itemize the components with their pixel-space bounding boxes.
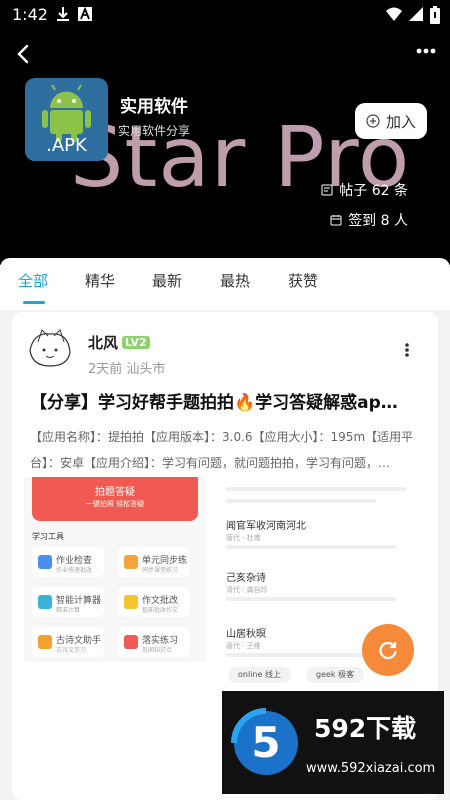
watermark-url: www.592xiazai.com bbox=[306, 761, 436, 776]
checkin-count-text: 签到 8 人 bbox=[348, 213, 408, 229]
post-more-icon[interactable] bbox=[404, 342, 410, 358]
site-watermark: 5 592下载 www.592xiazai.com bbox=[222, 691, 444, 794]
poem-title: 闻官军收河南河北 bbox=[226, 521, 306, 532]
text-line bbox=[226, 597, 396, 601]
join-label: 加入 bbox=[385, 112, 416, 131]
font-a-icon bbox=[78, 6, 92, 21]
avatar[interactable] bbox=[24, 324, 76, 372]
tool-item: 作文批改 智能批改作文 bbox=[118, 587, 190, 617]
checkin-count-stat: 签到 8 人 bbox=[330, 210, 408, 230]
post-image-left[interactable]: 拍题答疑 一键拍照 轻松答疑 学习工具 作业检查 作业快速批改 单元同步练 同步课堂… bbox=[24, 477, 206, 662]
calendar-icon bbox=[330, 215, 342, 226]
status-time: 1:42 bbox=[12, 5, 48, 24]
poem-icon bbox=[38, 635, 52, 649]
poem-author: 清代 · 龚自珍 bbox=[226, 586, 268, 594]
tool-item: 落实练习 巩固知识点 bbox=[118, 627, 190, 657]
post-title[interactable]: 【分享】学习好帮手题拍拍🔥学习答疑解惑ap… bbox=[30, 388, 425, 413]
text-line bbox=[226, 545, 396, 549]
level-badge: LV2 bbox=[122, 336, 150, 349]
poem-title: 己亥杂诗 bbox=[226, 573, 266, 584]
more-options-icon[interactable] bbox=[416, 48, 436, 54]
refresh-icon bbox=[379, 641, 397, 660]
android-robot-icon bbox=[42, 84, 91, 142]
practice-icon bbox=[124, 635, 138, 649]
book-icon bbox=[124, 555, 138, 569]
download-icon bbox=[57, 7, 69, 21]
tab-bar: 全部 精华 最新 最热 获赞 bbox=[0, 258, 450, 310]
posts-count-stat: 帖子 62 条 bbox=[321, 180, 408, 200]
circle-header: Star Pro .APK 实用软件 实用软件分享 加入 帖子 62 条 签到 … bbox=[0, 30, 450, 265]
tool-item: 单元同步练 同步课堂练习 bbox=[118, 547, 190, 577]
watermark-brand: 592下载 bbox=[314, 714, 417, 743]
circle-description: 实用软件分享 bbox=[118, 124, 191, 138]
banner-title: 拍题答疑 bbox=[95, 487, 135, 498]
post-icon bbox=[321, 184, 333, 196]
apk-label: .APK bbox=[46, 135, 87, 156]
join-button[interactable]: 加入 bbox=[355, 103, 427, 139]
author-name-row: 北风 LV2 bbox=[88, 332, 150, 353]
tab-hottest[interactable]: 最热 bbox=[220, 270, 250, 291]
tab-featured[interactable]: 精华 bbox=[85, 270, 115, 291]
tab-latest[interactable]: 最新 bbox=[152, 270, 182, 291]
active-tab-indicator bbox=[23, 301, 45, 304]
text-line bbox=[226, 487, 406, 491]
tag-chip: online 线上 bbox=[228, 667, 291, 683]
logo-digit: 5 bbox=[251, 718, 280, 767]
poem-author: 唐代 · 杜甫 bbox=[226, 534, 261, 542]
refresh-button[interactable] bbox=[362, 624, 414, 676]
circle-app-icon: .APK bbox=[25, 78, 108, 161]
banner-subtitle: 一键拍照 轻松答疑 bbox=[85, 500, 145, 508]
tool-item: 智能计算器 精准计算 bbox=[32, 587, 104, 617]
banner: 拍题答疑 一键拍照 轻松答疑 bbox=[32, 477, 198, 521]
author-name[interactable]: 北风 bbox=[88, 332, 118, 353]
tag-chip: geek 极客 bbox=[306, 667, 365, 683]
signal-icon bbox=[409, 7, 423, 21]
plus-circle-icon bbox=[366, 114, 380, 128]
circle-name: 实用软件 bbox=[120, 97, 188, 117]
battery-icon bbox=[430, 6, 440, 24]
tool-item: 作业检查 作业快速批改 bbox=[32, 547, 104, 577]
wifi-icon bbox=[386, 7, 402, 21]
tool-item: 古诗文助手 古诗文学习 bbox=[32, 627, 104, 657]
check-icon bbox=[38, 555, 52, 569]
tab-all[interactable]: 全部 bbox=[18, 270, 48, 291]
essay-icon bbox=[124, 595, 138, 609]
tab-most-liked[interactable]: 获赞 bbox=[288, 270, 318, 291]
592-logo-icon: 5 bbox=[231, 708, 298, 775]
poem-author: 唐代 · 王维 bbox=[226, 642, 261, 650]
post-body: 【应用名称】：提拍拍【应用版本】：3.0.6【应用大小】：195m【适用平台】：… bbox=[30, 430, 414, 470]
back-arrow-icon[interactable] bbox=[12, 42, 36, 66]
poem-title: 山居秋暝 bbox=[226, 629, 266, 640]
calculator-icon bbox=[38, 595, 52, 609]
status-bar: 1:42 bbox=[0, 0, 450, 30]
text-line bbox=[226, 499, 376, 503]
posts-count-text: 帖子 62 条 bbox=[339, 183, 408, 199]
post-meta: 2天前 汕头市 bbox=[88, 362, 166, 377]
tools-section-title: 学习工具 bbox=[32, 532, 64, 541]
